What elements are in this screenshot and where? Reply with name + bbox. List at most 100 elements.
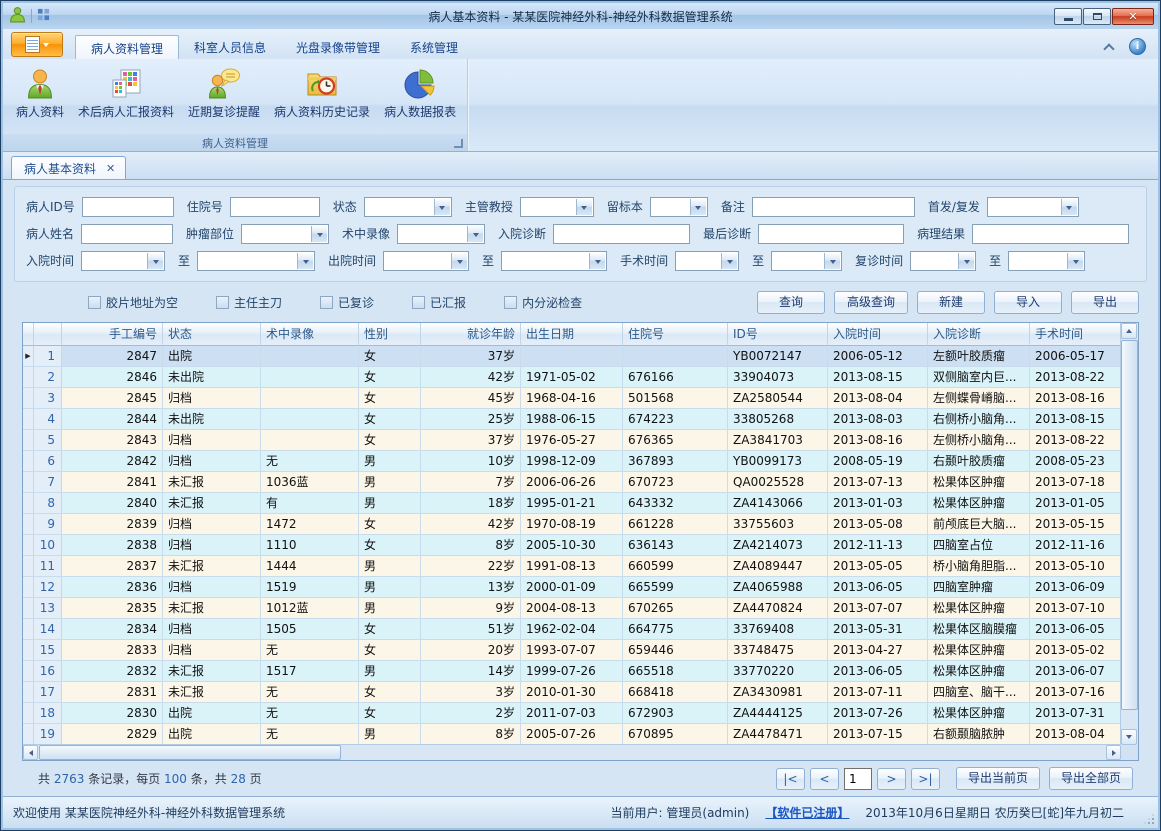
table-row[interactable]: ▶12847出院女37岁YB00721472006-05-12左额叶胶质瘤200… xyxy=(23,346,1121,367)
ribbon-tab[interactable]: 科室人员信息 xyxy=(179,35,281,59)
ribbon-button[interactable]: 近期复诊提醒 xyxy=(181,63,267,123)
collapse-ribbon-icon[interactable] xyxy=(1103,42,1115,52)
column-header[interactable]: 出生日期 xyxy=(521,323,623,346)
export-button[interactable]: 导出 xyxy=(1071,291,1139,314)
table-cell: 2013-06-05 xyxy=(828,577,928,598)
filter-checkbox[interactable]: 主任主刀 xyxy=(216,294,282,311)
scroll-right-icon[interactable] xyxy=(1106,745,1121,760)
app-menu-button[interactable] xyxy=(11,32,63,57)
filter-input[interactable] xyxy=(82,197,174,217)
horizontal-scroll-thumb[interactable] xyxy=(39,745,341,760)
table-cell: 女 xyxy=(359,703,421,724)
table-row[interactable]: 52843归档女37岁1976-05-27676365ZA38417032013… xyxy=(23,430,1121,451)
column-header[interactable]: 就诊年龄 xyxy=(421,323,521,346)
ribbon-button[interactable]: 病人数据报表 xyxy=(377,63,463,123)
table-row[interactable]: 102838归档1110女8岁2005-10-30636143ZA4214073… xyxy=(23,535,1121,556)
filter-combo[interactable] xyxy=(910,251,976,271)
tab-close-icon[interactable]: ✕ xyxy=(106,162,115,175)
resize-grip[interactable] xyxy=(1145,815,1155,825)
column-header[interactable]: 状态 xyxy=(163,323,261,346)
minimize-button[interactable] xyxy=(1054,8,1082,25)
ribbon-button[interactable]: 病人资料 xyxy=(9,63,71,123)
scroll-down-icon[interactable] xyxy=(1121,729,1137,745)
scroll-up-icon[interactable] xyxy=(1121,323,1137,339)
filter-input[interactable] xyxy=(752,197,915,217)
info-icon[interactable]: i xyxy=(1129,38,1146,55)
pager-last-button[interactable]: >| xyxy=(911,768,940,790)
table-row[interactable]: 22846未出院女42岁1971-05-02676166339040732013… xyxy=(23,367,1121,388)
filter-combo[interactable] xyxy=(675,251,739,271)
filter-input[interactable] xyxy=(81,224,173,244)
filter-input[interactable] xyxy=(230,197,320,217)
table-row[interactable]: 122836归档1519男13岁2000-01-09665599ZA406598… xyxy=(23,577,1121,598)
filter-combo[interactable] xyxy=(520,197,594,217)
filter-combo[interactable] xyxy=(241,224,329,244)
column-header[interactable]: 手术时间 xyxy=(1030,323,1121,346)
column-header[interactable]: 入院时间 xyxy=(828,323,928,346)
filter-combo[interactable] xyxy=(501,251,607,271)
pager-prev-button[interactable]: < xyxy=(810,768,839,790)
horizontal-scrollbar[interactable] xyxy=(23,744,1121,760)
maximize-button[interactable] xyxy=(1083,8,1111,25)
new-button[interactable]: 新建 xyxy=(917,291,985,314)
filter-combo[interactable] xyxy=(197,251,315,271)
table-row[interactable]: 152833归档无女20岁1993-07-0765944633748475201… xyxy=(23,640,1121,661)
filter-checkbox[interactable]: 胶片地址为空 xyxy=(88,294,178,311)
table-row[interactable]: 42844未出院女25岁1988-06-15674223338052682013… xyxy=(23,409,1121,430)
export-all-pages-button[interactable]: 导出全部页 xyxy=(1049,767,1133,790)
filter-input[interactable] xyxy=(758,224,904,244)
registered-link[interactable]: 【软件已注册】 xyxy=(765,804,849,821)
table-row[interactable]: 172831未汇报无女3岁2010-01-30668418ZA343098120… xyxy=(23,682,1121,703)
table-cell: 男 xyxy=(359,577,421,598)
advanced-query-button[interactable]: 高级查询 xyxy=(834,291,908,314)
ribbon-tab[interactable]: 系统管理 xyxy=(395,35,473,59)
export-current-page-button[interactable]: 导出当前页 xyxy=(956,767,1040,790)
filter-input[interactable] xyxy=(972,224,1129,244)
pager-next-button[interactable]: > xyxy=(877,768,906,790)
filter-combo[interactable] xyxy=(650,197,708,217)
column-header[interactable]: 手工编号 xyxy=(62,323,163,346)
page-number-input[interactable] xyxy=(844,768,872,790)
scroll-left-icon[interactable] xyxy=(23,745,38,760)
filter-combo[interactable] xyxy=(987,197,1079,217)
table-row[interactable]: 72841未汇报1036蓝男7岁2006-06-26670723QA002552… xyxy=(23,472,1121,493)
close-button[interactable]: ✕ xyxy=(1112,8,1154,25)
column-header[interactable]: 术中录像 xyxy=(261,323,359,346)
filter-input[interactable] xyxy=(553,224,690,244)
filter-checkbox[interactable]: 内分泌检查 xyxy=(504,294,582,311)
vertical-scrollbar[interactable] xyxy=(1120,323,1138,745)
filter-checkbox[interactable]: 已汇报 xyxy=(412,294,466,311)
document-tab[interactable]: 病人基本资料 ✕ xyxy=(11,156,126,179)
dialog-launcher-icon[interactable] xyxy=(454,139,463,148)
vertical-scroll-thumb[interactable] xyxy=(1121,340,1138,710)
filter-combo[interactable] xyxy=(383,251,469,271)
ribbon-button[interactable]: 术后病人汇报资料 xyxy=(71,63,181,123)
table-row[interactable]: 192829出院无男8岁2005-07-26670895ZA4478471201… xyxy=(23,724,1121,745)
table-row[interactable]: 182830出院无女2岁2011-07-03672903ZA4444125201… xyxy=(23,703,1121,724)
table-row[interactable]: 82840未汇报有男18岁1995-01-21643332ZA414306620… xyxy=(23,493,1121,514)
filter-combo[interactable] xyxy=(397,224,485,244)
column-header[interactable]: ID号 xyxy=(728,323,828,346)
pager-first-button[interactable]: |< xyxy=(776,768,805,790)
filter-combo[interactable] xyxy=(771,251,842,271)
column-header[interactable]: 住院号 xyxy=(623,323,728,346)
filter-combo[interactable] xyxy=(81,251,165,271)
column-header[interactable]: 性别 xyxy=(359,323,421,346)
query-button[interactable]: 查询 xyxy=(757,291,825,314)
filter-combo[interactable] xyxy=(1008,251,1085,271)
table-row[interactable]: 142834归档1505女51岁1962-02-0466477533769408… xyxy=(23,619,1121,640)
table-row[interactable]: 112837未汇报1444男22岁1991-08-13660599ZA40894… xyxy=(23,556,1121,577)
table-row[interactable]: 132835未汇报1012蓝男9岁2004-08-13670265ZA44708… xyxy=(23,598,1121,619)
column-header[interactable]: 入院诊断 xyxy=(928,323,1030,346)
filter-combo[interactable] xyxy=(364,197,452,217)
table-row[interactable]: 162832未汇报1517男14岁1999-07-266655183377022… xyxy=(23,661,1121,682)
table-row[interactable]: 92839归档1472女42岁1970-08-19661228337556032… xyxy=(23,514,1121,535)
import-button[interactable]: 导入 xyxy=(994,291,1062,314)
ribbon-tab[interactable]: 病人资料管理 xyxy=(75,35,179,59)
ribbon-button[interactable]: 病人资料历史记录 xyxy=(267,63,377,123)
filter-checkbox[interactable]: 已复诊 xyxy=(320,294,374,311)
ribbon-tab[interactable]: 光盘录像带管理 xyxy=(281,35,395,59)
table-row[interactable]: 62842归档无男10岁1998-12-09367893YB0099173200… xyxy=(23,451,1121,472)
table-row[interactable]: 32845归档女45岁1968-04-16501568ZA25805442013… xyxy=(23,388,1121,409)
layout-icon[interactable] xyxy=(37,8,50,24)
